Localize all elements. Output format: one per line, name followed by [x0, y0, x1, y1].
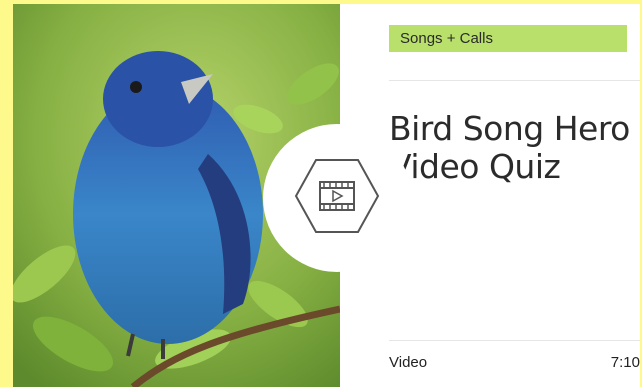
- divider: [389, 340, 640, 341]
- media-type-label: Video: [389, 354, 428, 371]
- content-card[interactable]: Songs + Calls Bird Song Hero Video Quiz …: [13, 4, 640, 387]
- duration-label: 7:10: [610, 354, 640, 371]
- video-play-icon: [294, 158, 380, 239]
- card-title[interactable]: Bird Song Hero Video Quiz: [389, 110, 634, 186]
- media-type-indicator: [263, 124, 411, 272]
- divider: [389, 80, 640, 81]
- category-badge[interactable]: Songs + Calls: [389, 25, 627, 52]
